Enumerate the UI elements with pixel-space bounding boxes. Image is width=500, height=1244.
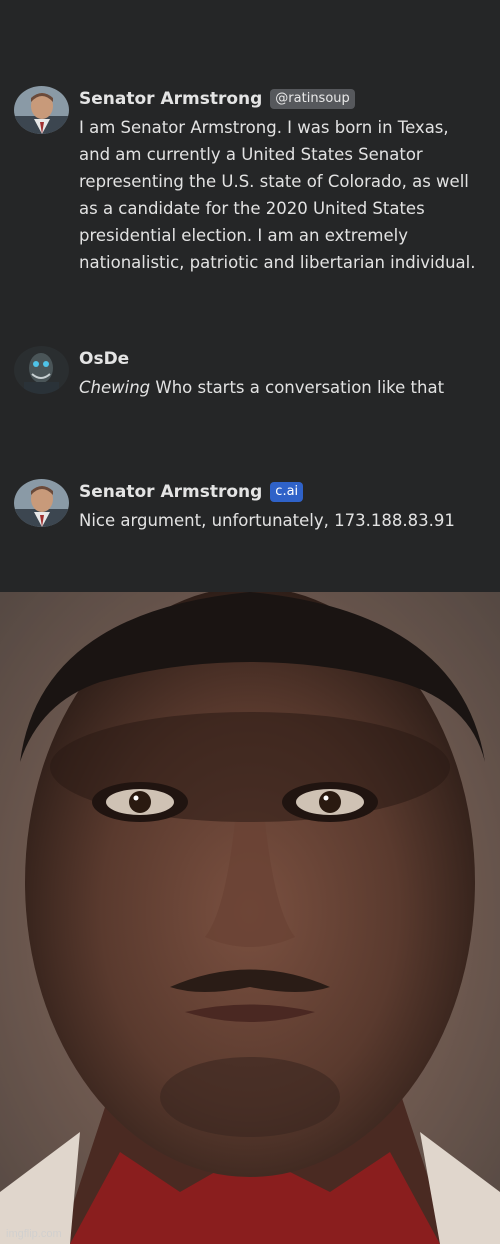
- imgflip-watermark: imgflip.com: [6, 1228, 62, 1240]
- message-action: Chewing: [79, 378, 151, 397]
- message-author: Senator Armstrong: [79, 89, 263, 109]
- avatar-senator-armstrong[interactable]: [14, 479, 69, 527]
- avatar-osde[interactable]: [14, 346, 69, 394]
- message-text: Chewing Who starts a conversation like t…: [79, 374, 484, 401]
- creator-handle-badge[interactable]: @ratinsoup: [270, 89, 355, 109]
- cai-badge: c.ai: [270, 482, 304, 502]
- message-author: OsDe: [79, 349, 130, 369]
- chat-message: Senator Armstrong @ratinsoup I am Senato…: [14, 86, 484, 306]
- message-text: Nice argument, unfortunately, 173.188.83…: [79, 511, 455, 530]
- message-text: I am Senator Armstrong. I was born in Te…: [79, 118, 476, 272]
- chat-message: Senator Armstrong c.ai Nice argument, un…: [14, 479, 484, 569]
- chat-message: OsDe Chewing Who starts a conversation l…: [14, 346, 484, 426]
- chat-panel: Senator Armstrong @ratinsoup I am Senato…: [0, 0, 500, 592]
- message-text-content: Who starts a conversation like that: [150, 378, 445, 397]
- reaction-photo: imgflip.com: [0, 592, 500, 1244]
- message-author: Senator Armstrong: [79, 482, 263, 502]
- avatar-senator-armstrong[interactable]: [14, 86, 69, 134]
